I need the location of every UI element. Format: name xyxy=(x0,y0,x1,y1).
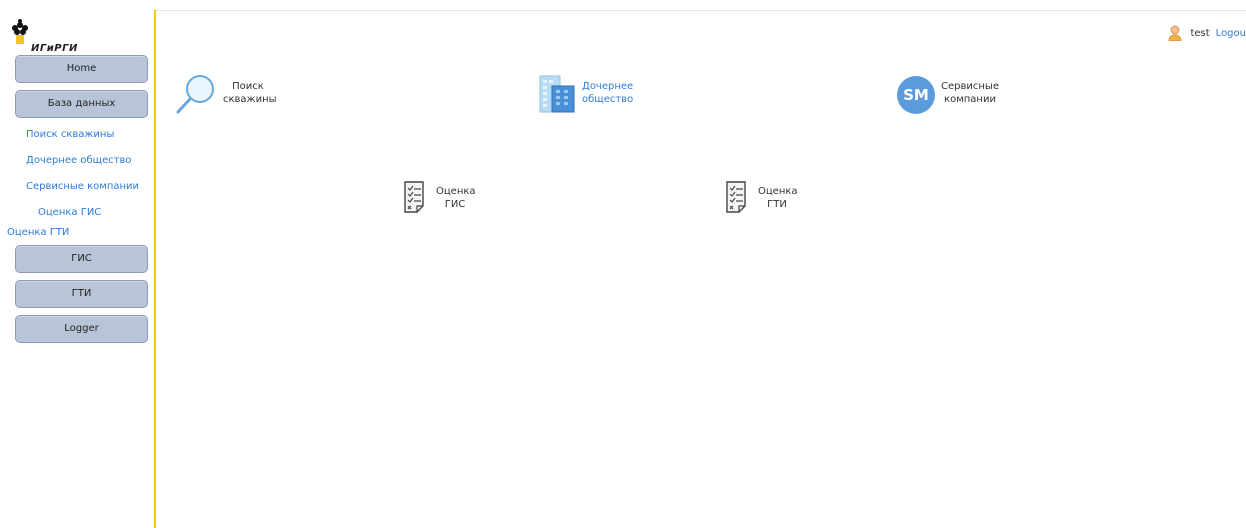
sm-badge-icon: SM xyxy=(897,76,935,114)
sidebar-link-gti-eval[interactable]: Оценка ГТИ xyxy=(7,227,69,238)
top-divider xyxy=(0,10,1246,11)
building-icon xyxy=(539,75,575,113)
checklist-icon xyxy=(726,181,746,213)
tile-subsidiary[interactable]: Дочернее общество xyxy=(538,74,648,116)
tile-service-companies[interactable]: SM Сервисные компании xyxy=(897,76,1017,116)
home-button[interactable]: Home xyxy=(15,55,148,83)
database-button[interactable]: База данных xyxy=(15,90,148,118)
gti-button[interactable]: ГТИ xyxy=(15,280,148,308)
logo[interactable]: ИГиРГИ xyxy=(10,18,100,54)
sidebar-link-well-search[interactable]: Поиск скважины xyxy=(26,129,114,140)
user-area: test Logou xyxy=(1167,24,1246,42)
tile-gti-eval-label: Оценка ГТИ xyxy=(758,186,798,210)
tile-well-search[interactable]: Поиск скважины xyxy=(175,72,285,118)
tile-subsidiary-label: Дочернее общество xyxy=(582,81,634,105)
tile-gti-eval[interactable]: Оценка ГТИ xyxy=(724,180,814,216)
checklist-icon xyxy=(404,181,424,213)
flame-icon xyxy=(12,19,28,44)
tile-gis-eval-label: Оценка ГИС xyxy=(436,186,476,210)
magnifier-icon xyxy=(176,75,214,114)
logout-link[interactable]: Logou xyxy=(1216,28,1246,39)
tile-well-search-label: Поиск скважины xyxy=(223,81,277,105)
user-avatar-icon xyxy=(1169,25,1182,41)
logger-button[interactable]: Logger xyxy=(15,315,148,343)
sidebar-link-subsidiary[interactable]: Дочернее общество xyxy=(26,155,132,166)
logo-text: ИГиРГИ xyxy=(31,43,78,54)
gis-button[interactable]: ГИС xyxy=(15,245,148,273)
sidebar-link-service-companies[interactable]: Сервисные компании xyxy=(26,181,139,192)
sidebar: ИГиРГИ Home База данных Поиск скважины Д… xyxy=(0,10,156,528)
tile-gis-eval[interactable]: Оценка ГИС xyxy=(402,180,492,216)
sidebar-link-gis-eval[interactable]: Оценка ГИС xyxy=(38,207,101,218)
username: test xyxy=(1190,27,1210,39)
tile-service-companies-label: Сервисные компании xyxy=(941,81,999,105)
